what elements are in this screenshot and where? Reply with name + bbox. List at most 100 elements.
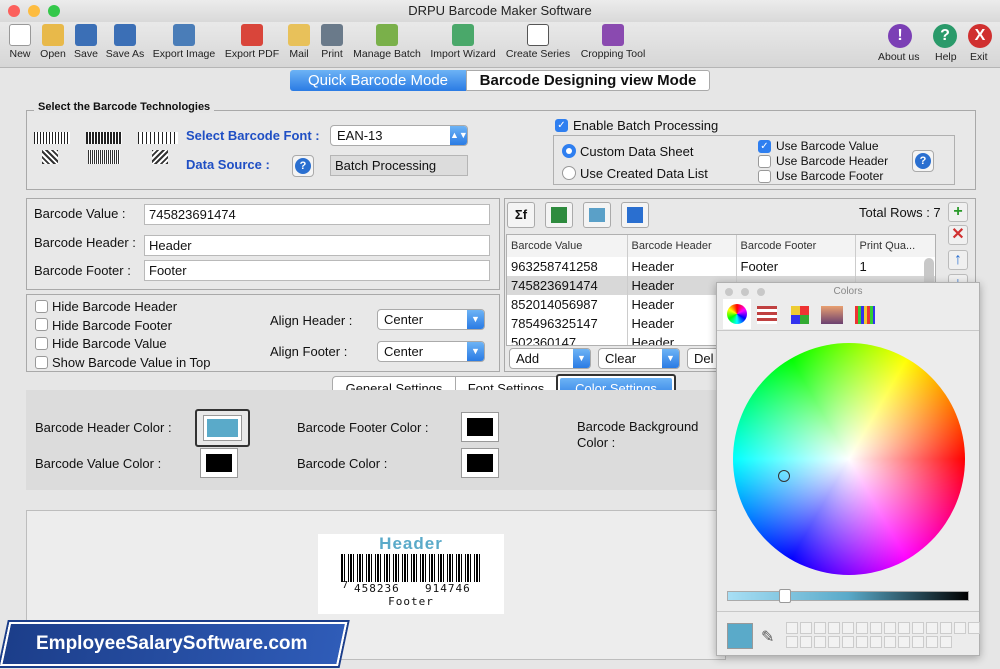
create-series-button[interactable]: Create Series [505, 24, 571, 66]
font-label: Select Barcode Font : [186, 128, 320, 143]
chevron-down-icon: ▼ [467, 342, 484, 361]
about-us-label[interactable]: About us [878, 51, 919, 63]
export-pdf-button[interactable]: Export PDF [224, 24, 280, 66]
minimize-window-icon[interactable] [28, 5, 40, 17]
use-header-checkbox[interactable] [758, 155, 771, 168]
column-header[interactable]: Barcode Footer [736, 235, 856, 257]
table-cell[interactable]: Header [627, 257, 737, 276]
column-header[interactable]: Print Qua... [855, 235, 935, 257]
table-row[interactable]: 963258741258 Header Footer 1 [507, 257, 935, 276]
add-row-icon[interactable]: + [948, 202, 968, 222]
enable-batch-checkbox[interactable]: ✓ [555, 119, 568, 132]
brightness-slider-handle[interactable] [779, 589, 791, 603]
batch-help-button[interactable]: ? [912, 150, 934, 172]
picker-divider [717, 611, 979, 612]
header-color-swatch[interactable] [195, 409, 250, 447]
source-help-button[interactable]: ? [292, 155, 314, 177]
move-up-icon[interactable]: ↑ [948, 250, 968, 270]
import-icon [589, 208, 605, 222]
use-value-checkbox[interactable]: ✓ [758, 140, 771, 153]
zoom-window-icon[interactable] [48, 5, 60, 17]
barcode-value-input[interactable]: 745823691474 [144, 204, 490, 225]
save-as-button[interactable]: Save As [104, 24, 146, 66]
excel-button[interactable] [545, 202, 573, 228]
table-cell[interactable]: Footer [736, 257, 856, 276]
align-header-select[interactable]: Center ▼ [377, 309, 485, 330]
import-wizard-button[interactable]: Import Wizard [428, 24, 498, 66]
close-window-icon[interactable] [8, 5, 20, 17]
align-footer-select[interactable]: Center ▼ [377, 341, 485, 362]
selected-color-well[interactable] [727, 623, 753, 649]
save-button[interactable]: Save [72, 24, 100, 66]
align-header-label: Align Header : [270, 313, 353, 328]
excel-icon [551, 207, 567, 223]
new-button[interactable]: New [6, 24, 34, 66]
saved-colors-grid[interactable] [785, 621, 981, 653]
data-source-field[interactable]: Batch Processing [330, 155, 468, 176]
crosshair-icon[interactable] [778, 470, 790, 482]
chevron-down-icon: ▼ [662, 349, 679, 368]
clear-dropdown[interactable]: Clear ▼ [598, 348, 680, 369]
open-folder-icon [42, 24, 64, 46]
window-titlebar: DRPU Barcode Maker Software [0, 0, 1000, 22]
source-label: Data Source : [186, 157, 270, 172]
barcode-font-select[interactable]: EAN-13 ▲▼ [330, 125, 468, 146]
delete-row-icon[interactable]: ✕ [948, 225, 968, 245]
list-export-icon [627, 207, 643, 223]
header-color-label: Barcode Header Color : [35, 420, 172, 435]
hide-value-checkbox[interactable] [35, 337, 48, 350]
add-dropdown[interactable]: Add ▼ [509, 348, 591, 369]
table-cell[interactable]: 785496325147 [507, 314, 628, 333]
column-header[interactable]: Barcode Header [627, 235, 737, 257]
open-button[interactable]: Open [38, 24, 68, 66]
export-image-button[interactable]: Export Image [152, 24, 216, 66]
import-button[interactable] [583, 202, 611, 228]
help-icon[interactable]: ? [933, 24, 957, 48]
header-color-fill [207, 419, 238, 437]
sliders-icon[interactable] [757, 306, 777, 324]
mail-button[interactable]: Mail [286, 24, 312, 66]
created-list-radio[interactable] [562, 166, 576, 180]
help-label[interactable]: Help [935, 51, 957, 63]
print-button[interactable]: Print [318, 24, 346, 66]
eyedropper-icon[interactable]: ✎ [761, 627, 774, 647]
save-icon [75, 24, 97, 46]
main-toolbar: New Open Save Save As Export Image Expor… [0, 22, 1000, 68]
export-pdf-icon [241, 24, 263, 46]
table-cell[interactable]: 745823691474 [507, 276, 628, 295]
exit-label[interactable]: Exit [970, 51, 988, 63]
about-us-icon[interactable]: ! [888, 24, 912, 48]
palette-icon[interactable] [791, 306, 809, 324]
column-header[interactable]: Barcode Value [507, 235, 628, 257]
use-footer-checkbox[interactable] [758, 170, 771, 183]
barcode-header-input[interactable]: Header [144, 235, 490, 256]
custom-sheet-label: Custom Data Sheet [580, 144, 694, 159]
table-cell[interactable]: 502360147... [507, 333, 628, 345]
hide-footer-checkbox[interactable] [35, 318, 48, 331]
brightness-slider[interactable] [727, 591, 969, 601]
color-wheel[interactable] [733, 343, 965, 575]
hide-header-checkbox[interactable] [35, 300, 48, 313]
show-top-checkbox[interactable] [35, 356, 48, 369]
picker-mode-wheel-tab[interactable] [723, 299, 751, 329]
quick-mode-tab[interactable]: Quick Barcode Mode [290, 70, 466, 91]
barcode-footer-input[interactable]: Footer [144, 260, 490, 281]
designing-mode-tab[interactable]: Barcode Designing view Mode [466, 70, 710, 91]
value-color-swatch[interactable] [200, 448, 238, 478]
manage-batch-button[interactable]: Manage Batch [352, 24, 422, 66]
cropping-tool-button[interactable]: Cropping Tool [578, 24, 648, 66]
formula-button[interactable]: Σf [507, 202, 535, 228]
barcode-color-swatch[interactable] [461, 448, 499, 478]
hide-value-label: Hide Barcode Value [52, 336, 167, 351]
export-list-button[interactable] [621, 202, 649, 228]
datamatrix-icon [152, 150, 168, 164]
custom-sheet-radio[interactable] [562, 144, 576, 158]
crayons-icon[interactable] [855, 306, 875, 324]
table-cell[interactable]: 963258741258 [507, 257, 628, 276]
enable-batch-label: Enable Batch Processing [573, 118, 719, 133]
footer-color-swatch[interactable] [461, 412, 499, 442]
background-color-label: Barcode Background Color : [577, 419, 699, 450]
table-cell[interactable]: 852014056987 [507, 295, 628, 314]
exit-icon[interactable]: X [968, 24, 992, 48]
image-palette-icon[interactable] [821, 306, 843, 324]
